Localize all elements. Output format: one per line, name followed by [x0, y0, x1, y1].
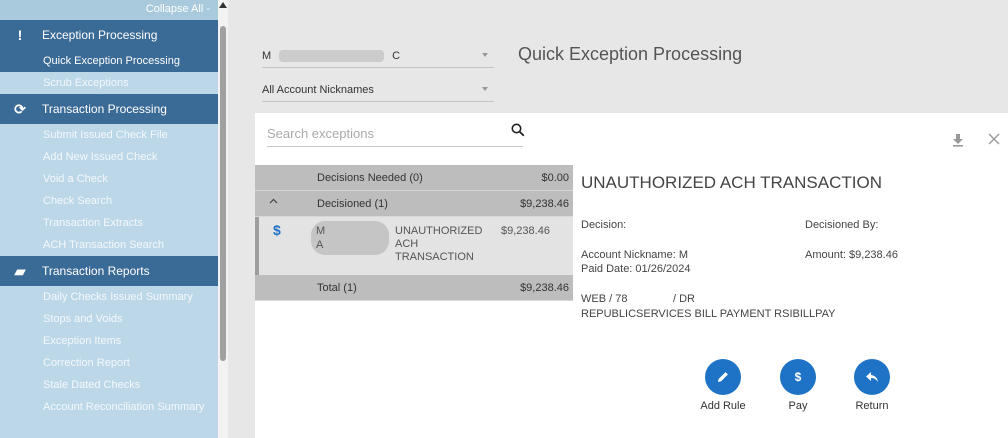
sidebar-item-daily-checks-issued-summary[interactable]: Daily Checks Issued Summary [0, 286, 218, 308]
nickname-select-value: All Account Nicknames [262, 84, 374, 96]
sidebar-item-transaction-extracts[interactable]: Transaction Extracts [0, 212, 218, 234]
page-title: Quick Exception Processing [518, 44, 743, 64]
nickname-select[interactable]: All Account Nicknames [262, 76, 494, 102]
exception-detail: UNAUTHORIZED ACH TRANSACTION Decision: D… [581, 165, 1001, 320]
sidebar-item-check-search[interactable]: Check Search [0, 190, 218, 212]
section-exception-processing[interactable]: ! Exception Processing [0, 20, 218, 50]
section-title: Exception Processing [42, 28, 158, 42]
web-entry-type: / DR [673, 293, 695, 305]
decisions-needed-label: Decisions Needed (0) [317, 172, 423, 184]
item-type-line3: TRANSACTION [395, 251, 474, 263]
sidebar-item-void-a-check[interactable]: Void a Check [0, 168, 218, 190]
paid-date: Paid Date: 01/26/2024 [581, 263, 691, 275]
item-account-line2: A [316, 239, 324, 251]
refresh-icon: ⟳ [14, 100, 26, 117]
sidebar-item-scrub-exceptions[interactable]: Scrub Exceptions [0, 72, 218, 94]
scroll-up-arrow-icon[interactable] [219, 2, 227, 8]
section-title: Transaction Reports [42, 264, 150, 278]
dollar-icon: $ [794, 370, 802, 384]
return-label: Return [855, 400, 889, 412]
sidebar-item-submit-issued-check-file[interactable]: Submit Issued Check File [0, 124, 218, 146]
chevron-up-icon[interactable] [269, 198, 278, 204]
chevron-down-icon [482, 53, 488, 57]
account-select-suffix: C [392, 50, 401, 62]
main-content: MC All Account Nicknames Quick Exception… [228, 0, 1008, 438]
section-title: Transaction Processing [42, 102, 167, 116]
sidebar-item-quick-exception-processing[interactable]: Quick Exception Processing [0, 50, 218, 72]
sidebar-item-stops-and-voids[interactable]: Stops and Voids [0, 308, 218, 330]
total-row: Total (1) $9,238.46 [255, 275, 573, 301]
pay-button[interactable]: $ [780, 359, 816, 395]
pencil-icon [718, 372, 728, 382]
item-account-line1: M [316, 225, 326, 237]
item-amount: $9,238.46 [501, 225, 550, 237]
decisioned-row[interactable]: Decisioned (1) $9,238.46 [255, 191, 573, 217]
scrollbar-thumb[interactable] [220, 26, 226, 361]
total-label: Total (1) [317, 282, 357, 294]
add-rule-button[interactable] [705, 359, 741, 395]
sidebar: Collapse All - ! Exception Processing Qu… [0, 0, 218, 438]
section-transaction-reports[interactable]: ▰ Transaction Reports [0, 256, 218, 286]
account-select[interactable]: MC [262, 42, 494, 68]
sidebar-scrollbar[interactable] [218, 0, 228, 438]
pay-label: Pay [788, 400, 808, 412]
transaction-description: REPUBLICSERVICES BILL PAYMENT RSIBILLPAY [581, 308, 836, 320]
search-input[interactable] [267, 121, 523, 147]
sidebar-item-exception-items[interactable]: Exception Items [0, 330, 218, 352]
decisions-needed-row[interactable]: Decisions Needed (0) $0.00 [255, 165, 573, 191]
item-type-line2: ACH [395, 238, 419, 250]
add-rule-label: Add Rule [700, 400, 746, 412]
search-icon[interactable] [511, 123, 525, 137]
decisioned-label: Decisioned (1) [317, 198, 388, 210]
decisioned-amount: $9,238.46 [520, 198, 569, 210]
collapse-all-link[interactable]: Collapse All - [0, 0, 218, 20]
detail-title: UNAUTHORIZED ACH TRANSACTION [581, 173, 882, 192]
sidebar-item-account-reconciliation-summary[interactable]: Account Reconciliation Summary [0, 396, 218, 418]
web-entry-code: WEB / 78 [581, 293, 628, 305]
sidebar-item-stale-dated-checks[interactable]: Stale Dated Checks [0, 374, 218, 396]
sidebar-item-ach-transaction-search[interactable]: ACH Transaction Search [0, 234, 218, 256]
close-icon[interactable] [988, 133, 1000, 145]
chevron-down-icon [482, 87, 488, 91]
account-nickname: Account Nickname: M [581, 249, 688, 261]
folder-open-icon: ▰ [14, 262, 26, 279]
decision-label: Decision: [581, 219, 627, 231]
return-button[interactable] [854, 359, 890, 395]
dollar-icon: $ [273, 222, 281, 238]
sidebar-item-add-new-issued-check[interactable]: Add New Issued Check [0, 146, 218, 168]
exclamation-icon: ! [17, 27, 23, 43]
download-icon[interactable] [952, 134, 964, 147]
redacted-account-name [279, 50, 385, 63]
exception-panel: Decisions Needed (0) $0.00 Decisioned (1… [255, 113, 1008, 438]
list-item[interactable]: $ M A UNAUTHORIZED ACH TRANSACTION $9,23… [255, 217, 573, 275]
account-select-prefix: M [262, 50, 272, 62]
total-amount: $9,238.46 [520, 282, 569, 294]
decisioned-by-label: Decisioned By: [805, 219, 879, 231]
item-type-line1: UNAUTHORIZED [395, 225, 483, 237]
reply-icon [866, 372, 878, 382]
decisions-needed-amount: $0.00 [541, 172, 569, 184]
sidebar-item-correction-report[interactable]: Correction Report [0, 352, 218, 374]
exception-list: Decisions Needed (0) $0.00 Decisioned (1… [255, 165, 573, 301]
section-transaction-processing[interactable]: ⟳ Transaction Processing [0, 94, 218, 124]
amount-value: Amount: $9,238.46 [805, 249, 898, 261]
